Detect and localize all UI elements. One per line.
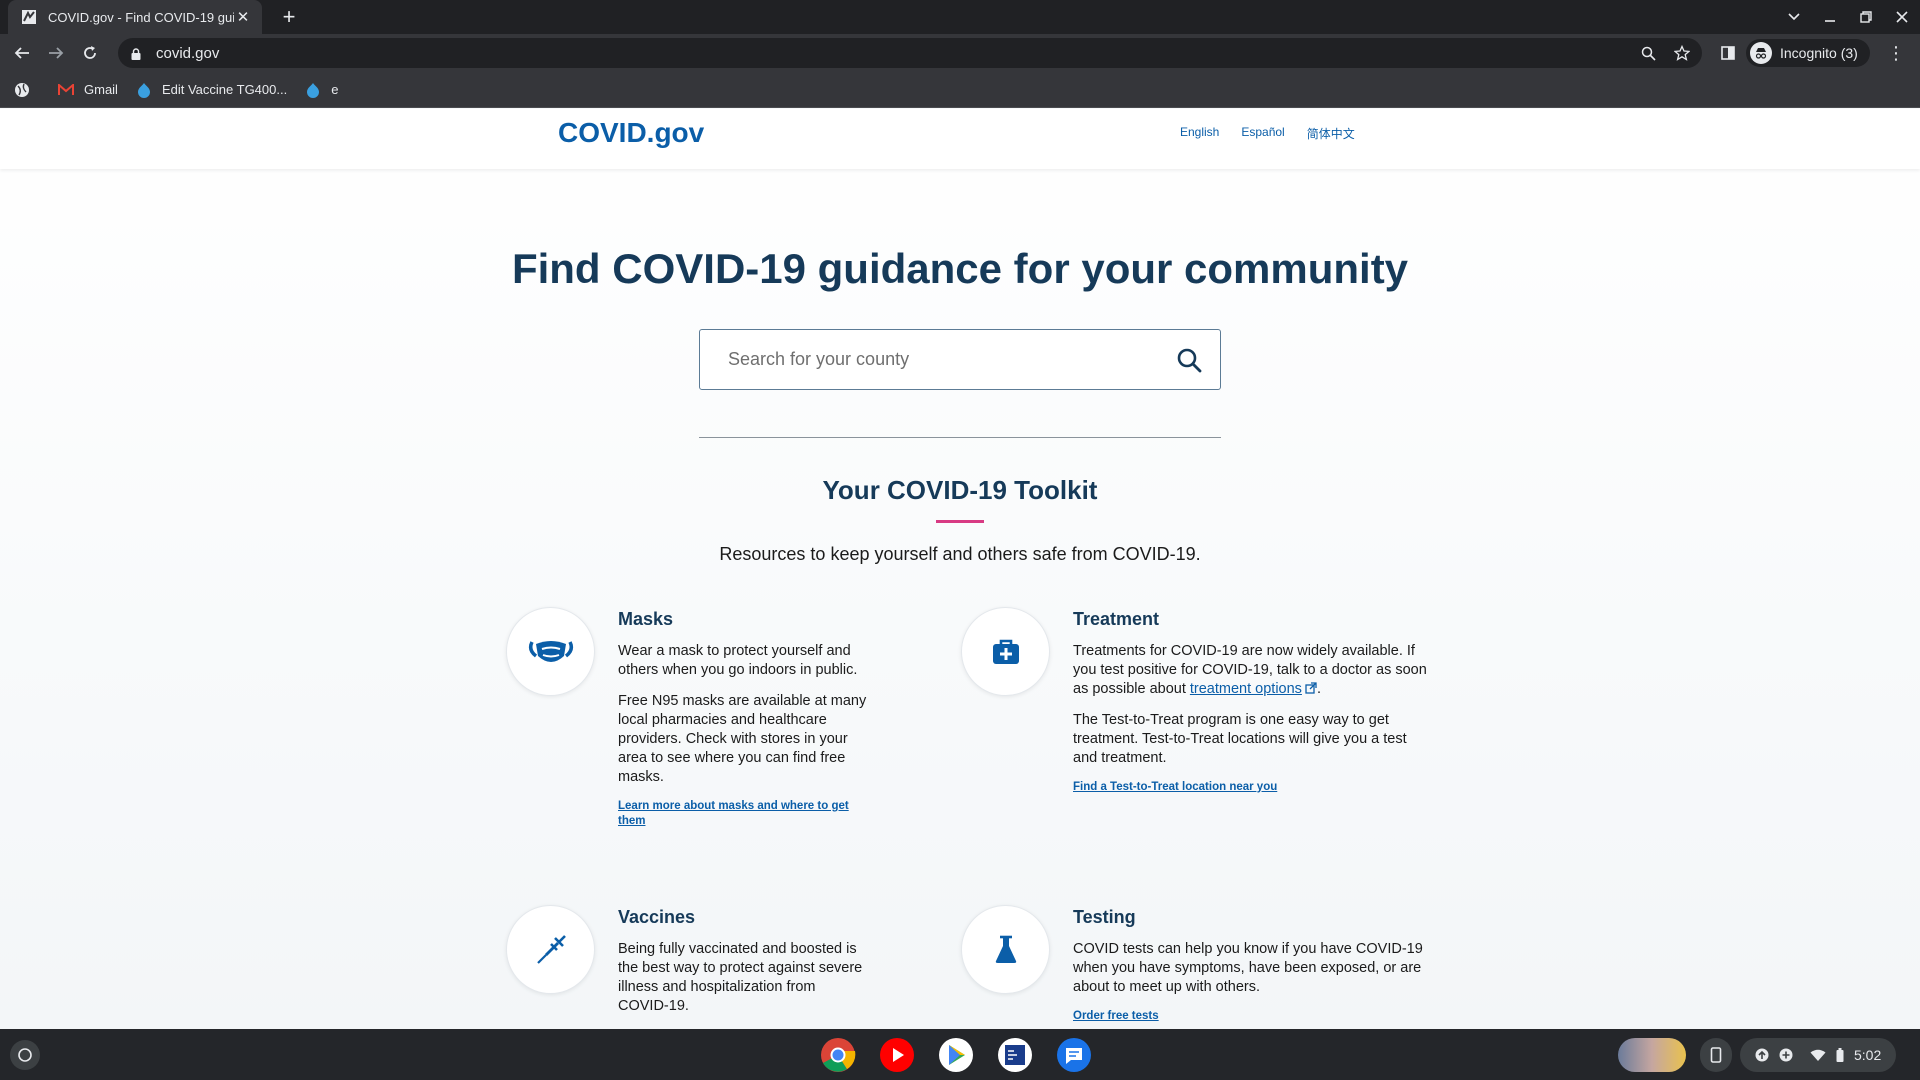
treatment-text: Treatments for COVID-19 are now widely a… [1073,642,1433,699]
treatment-title: Treatment [1073,609,1160,629]
messages-icon[interactable] [1056,1037,1092,1073]
incognito-profile-button[interactable]: Incognito (3) [1746,39,1870,67]
first-aid-kit-icon [961,607,1050,696]
youtube-icon[interactable] [879,1037,915,1073]
new-tab-icon[interactable]: + [276,4,302,30]
pinned-apps [820,1037,1115,1073]
testing-title: Testing [1073,907,1136,927]
county-search [699,329,1221,390]
lang-chinese-link[interactable]: 简体中文 [1307,125,1355,142]
incognito-icon [1750,42,1772,64]
test-to-treat-link[interactable]: Find a Test-to-Treat location near you [1073,780,1428,795]
vaccines-content: Vaccines Being fully vaccinated and boos… [618,907,973,1028]
tab-title: COVID.gov - Find COVID-19 guidance for y… [48,9,234,25]
active-tab[interactable]: COVID.gov - Find COVID-19 guidance for y… [8,0,262,34]
bookmark-e[interactable]: e [305,82,338,98]
back-arrow-icon[interactable] [8,39,36,67]
treatment-text-end: . [1316,681,1321,697]
system-tray-button[interactable]: 5:02 [1740,1038,1897,1072]
play-store-icon[interactable] [938,1037,974,1073]
test-flask-icon [961,905,1050,994]
site-header: COVID.gov English Español 简体中文 [0,109,1920,169]
drupal-icon [136,82,152,98]
treatment-text-2: The Test-to-Treat program is one easy wa… [1073,712,1407,766]
toolkit-title: Your COVID-19 Toolkit [822,475,1098,505]
more-menu-icon[interactable]: ⋮ [1882,39,1910,67]
lang-english-link[interactable]: English [1180,125,1219,142]
toolkit-subtitle: Resources to keep yourself and others sa… [719,544,1201,564]
county-search-input[interactable] [700,330,1160,389]
apps-bookmark[interactable] [14,82,40,98]
clock: 5:02 [1854,1047,1882,1063]
battery-icon [1836,1048,1844,1062]
bookmark-edit-vaccine[interactable]: Edit Vaccine TG400... [136,82,287,98]
language-nav: English Español 简体中文 [1180,125,1377,142]
bookmark-label: Gmail [84,82,118,97]
forward-arrow-icon[interactable] [42,39,70,67]
drupal-icon [305,82,321,98]
site-logo[interactable]: COVID.gov [558,117,704,149]
lang-espanol-link[interactable]: Español [1241,125,1284,142]
add-circle-icon [1779,1048,1793,1062]
masks-content: Masks Wear a mask to protect yourself an… [618,609,973,829]
syringe-icon [506,905,595,994]
tab-strip: COVID.gov - Find COVID-19 guidance for y… [0,0,1920,34]
phone-hub-button[interactable] [1700,1038,1732,1072]
wifi-icon [1810,1049,1826,1062]
tab-search-icon[interactable] [1776,0,1812,34]
external-link-icon [1302,681,1317,697]
upload-icon [1755,1048,1769,1062]
profile-label: Incognito (3) [1780,45,1858,61]
masks-text: Wear a mask to protect yourself and othe… [618,643,858,678]
treatment-options-link[interactable]: treatment options [1190,681,1302,697]
mask-icon [506,607,595,696]
os-shelf: 5:02 [0,1029,1920,1080]
bookmark-label: Edit Vaccine TG400... [161,82,288,97]
bookmark-label: e [331,82,339,97]
gmail-icon [58,82,74,98]
close-tab-icon[interactable]: ✕ [234,8,252,26]
bookmarks-bar: Gmail Edit Vaccine TG400... e [0,72,1920,108]
covid-gov-favicon-icon [20,8,38,26]
vaccines-title: Vaccines [618,907,696,927]
vaccines-text: Being fully vaccinated and boosted is th… [618,941,863,1014]
web-page: COVID.gov English Español 简体中文 Find COVI… [0,109,1920,1029]
order-free-tests-link[interactable]: Order free tests [1073,1009,1428,1024]
url-text[interactable]: covid.gov [156,45,1634,62]
bookmark-star-icon[interactable] [1668,39,1696,67]
window-controls [1776,0,1920,34]
masks-learn-more-link[interactable]: Learn more about masks and where to get … [618,799,868,829]
lock-icon[interactable] [130,47,142,60]
title-accent-bar [936,520,984,523]
reload-icon[interactable] [76,39,104,67]
launcher-icon[interactable] [10,1040,40,1070]
chrome-icon[interactable] [820,1037,856,1073]
testing-text: COVID tests can help you know if you hav… [1073,941,1423,995]
side-panel-icon[interactable] [1714,39,1742,67]
restore-icon[interactable] [1848,0,1884,34]
address-bar[interactable]: covid.gov [118,38,1702,68]
masks-text-2: Free N95 masks are available at many loc… [618,693,867,785]
status-tray: 5:02 [1618,1037,1904,1073]
bookmark-gmail[interactable]: Gmail [58,82,118,98]
search-icon[interactable] [1174,345,1204,375]
testing-content: Testing COVID tests can help you know if… [1073,907,1428,1024]
masks-title: Masks [618,609,674,629]
close-window-icon[interactable] [1884,0,1920,34]
browser-toolbar: covid.gov Incognito (3) ⋮ [0,34,1920,72]
treatment-content: Treatment Treatments for COVID-19 are no… [1073,609,1428,795]
section-divider [699,437,1221,438]
globe-icon [14,82,30,98]
zoom-icon[interactable] [1634,39,1662,67]
page-title: Find COVID-19 guidance for your communit… [511,245,1409,292]
weather-channel-icon[interactable] [997,1037,1033,1073]
minimize-icon[interactable] [1812,0,1848,34]
holding-space-thumbnails[interactable] [1618,1038,1686,1072]
